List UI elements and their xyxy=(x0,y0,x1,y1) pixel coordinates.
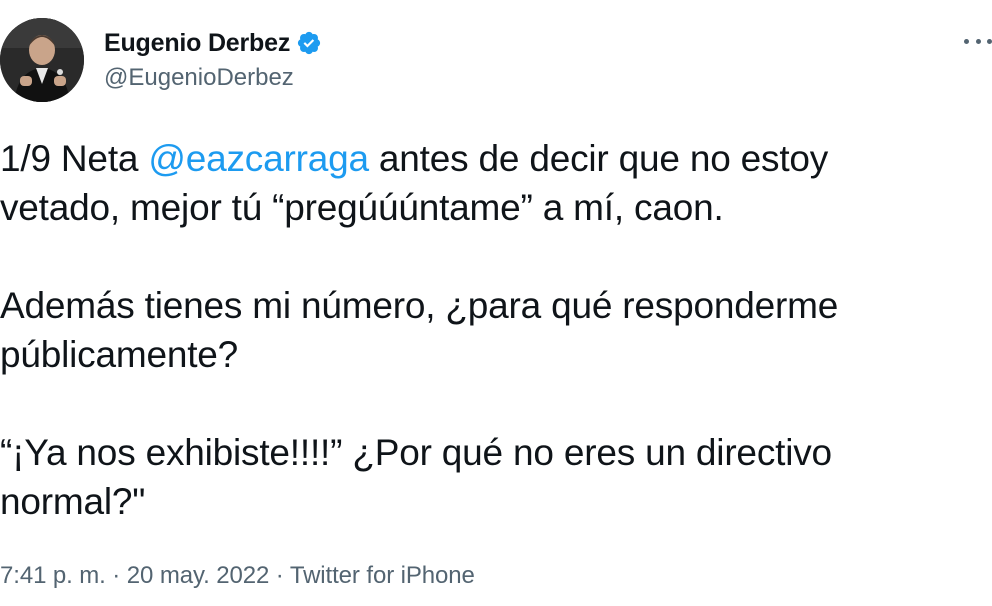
tweet-line: 1/9 Neta @eazcarraga antes de decir que … xyxy=(0,138,828,179)
tweet-source[interactable]: Twitter for iPhone xyxy=(290,562,475,589)
tweet-line: públicamente? xyxy=(0,334,239,375)
meta-separator: · xyxy=(269,562,290,589)
tweet-paragraph-1: 1/9 Neta @eazcarraga antes de decir que … xyxy=(0,134,992,232)
tweet-header: Eugenio Derbez @EugenioDerbez xyxy=(0,18,992,108)
tweet-line: “¡Ya nos exhibiste!!!!” ¿Por qué no eres… xyxy=(0,432,832,473)
display-name[interactable]: Eugenio Derbez xyxy=(104,29,290,58)
more-dot xyxy=(987,38,992,44)
name-row: Eugenio Derbez xyxy=(104,26,322,60)
avatar[interactable] xyxy=(0,18,84,102)
author-handle[interactable]: @EugenioDerbez xyxy=(104,64,322,92)
more-options-icon[interactable] xyxy=(964,32,992,50)
tweet-paragraph-2: Además tienes mi número, ¿para qué respo… xyxy=(0,281,992,379)
verified-badge-icon xyxy=(296,30,322,56)
tweet-meta: 7:41 p. m. · 20 may. 2022 · Twitter for … xyxy=(0,562,475,590)
text-suffix: antes de decir que no estoy xyxy=(368,138,829,179)
text-prefix: 1/9 Neta xyxy=(0,138,149,179)
tweet-time[interactable]: 7:41 p. m. xyxy=(0,562,106,589)
tweet-paragraph-3: “¡Ya nos exhibiste!!!!” ¿Por qué no eres… xyxy=(0,428,992,526)
tweet-date[interactable]: 20 may. 2022 xyxy=(127,562,270,589)
more-dot xyxy=(975,38,981,44)
mention-link[interactable]: @eazcarraga xyxy=(148,138,369,179)
avatar-photo xyxy=(0,18,84,102)
more-dot xyxy=(964,38,969,44)
tweet: Eugenio Derbez @EugenioDerbez 1/9 Neta @… xyxy=(0,0,992,606)
author-info: Eugenio Derbez @EugenioDerbez xyxy=(104,26,322,92)
tweet-text: 1/9 Neta @eazcarraga antes de decir que … xyxy=(0,134,992,526)
tweet-line: vetado, mejor tú “pregúúúntame” a mí, ca… xyxy=(0,187,724,228)
tweet-line: normal?" xyxy=(0,481,146,522)
meta-separator: · xyxy=(105,562,127,589)
tweet-line: Además tienes mi número, ¿para qué respo… xyxy=(0,285,839,326)
